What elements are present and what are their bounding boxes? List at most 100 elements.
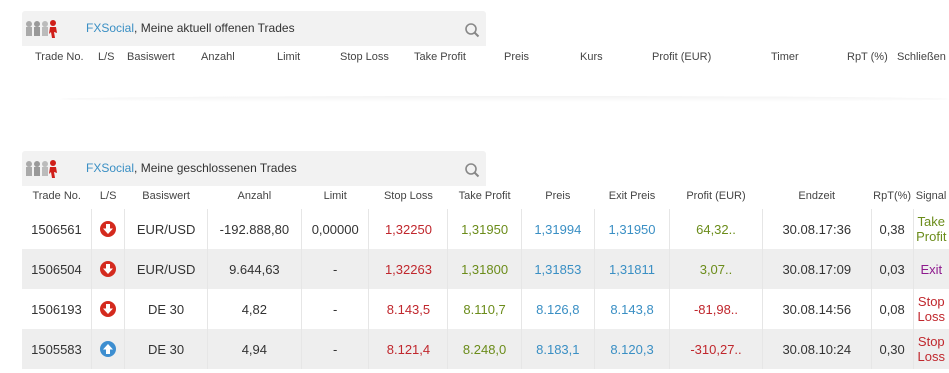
exit-preis-cell: 8.120,3 [593, 329, 670, 369]
limit-cell: - [300, 249, 369, 289]
signal-cell: Stop Loss [912, 289, 949, 329]
basiswert-cell: EUR/USD [124, 249, 208, 289]
arrow-down-icon [100, 301, 117, 318]
column-header-trade-no: Trade No. [32, 189, 81, 202]
column-header-profit-eur: Profit (EUR) [686, 189, 746, 202]
column-header-anzahl: Anzahl [201, 51, 235, 63]
signal-cell: Exit [912, 249, 949, 289]
take-profit-cell: 1,31950 [447, 209, 522, 249]
table-row[interactable]: 1506193 DE 30 4,82-8.143,5 8.110,7 8.126,8 8.… [22, 289, 949, 329]
column-header-endzeit: Endzeit [798, 189, 836, 202]
exit-preis-cell: 1,31811 [593, 249, 670, 289]
direction-cell [90, 249, 125, 289]
limit-cell: 0,00000 [300, 209, 369, 249]
column-header-preis: Preis [545, 189, 571, 202]
profit-cell: -81,98.. [669, 289, 763, 329]
anzahl-cell: 9.644,63 [206, 249, 302, 289]
stop-loss-cell: 1,32250 [368, 209, 448, 249]
column-header-profit-eur: Profit (EUR) [652, 51, 712, 63]
column-header-l-s: L/S [98, 51, 115, 63]
column-header-stop-loss: Stop Loss [383, 189, 433, 202]
open-trades-title-text: , Meine aktuell offenen Trades [134, 21, 295, 35]
fxsocial-logo-icon [26, 20, 57, 38]
column-header-kurs: Kurs [580, 51, 603, 63]
brand-link[interactable]: FXSocial [86, 21, 134, 35]
column-header-l-s: L/S [99, 189, 117, 202]
preis-cell: 8.183,1 [520, 329, 595, 369]
column-header-signal: Signal [915, 189, 947, 202]
trade-no-cell: 1506193 [22, 289, 92, 329]
rpt-cell: 0,38 [870, 209, 914, 249]
endzeit-cell: 30.08.10:24 [761, 329, 872, 369]
column-header-basiswert: Basiswert [127, 51, 175, 63]
search-icon[interactable] [464, 22, 480, 38]
anzahl-cell: 4,94 [206, 329, 302, 369]
signal-cell: Stop Loss [912, 329, 949, 369]
closed-trades-header-row: Trade No. L/S Basiswert Anzahl Limit Stop Los… [22, 182, 949, 209]
stop-loss-cell: 8.121,4 [368, 329, 448, 369]
take-profit-cell: 1,31800 [447, 249, 522, 289]
preis-cell: 1,31994 [520, 209, 595, 249]
column-header-trade-no: Trade No. [35, 51, 84, 63]
column-header-exit-preis: Exit Preis [608, 189, 656, 202]
column-header-take-profit: Take Profit [458, 189, 511, 202]
closed-trades-title: FXSocial, Meine geschlossenen Trades [86, 161, 297, 175]
basiswert-cell: DE 30 [124, 289, 208, 329]
column-header-limit: Limit [277, 51, 301, 63]
column-header-schlie-en: Schließen [897, 51, 946, 63]
column-header-rpt: RpT (%) [847, 51, 888, 63]
rpt-cell: 0,08 [870, 289, 914, 329]
trade-no-cell: 1506504 [22, 249, 92, 289]
closed-trades-title-text: , Meine geschlossenen Trades [134, 161, 297, 175]
direction-cell [90, 209, 125, 249]
closed-trades-header: FXSocial, Meine geschlossenen Trades [22, 151, 486, 186]
preis-cell: 8.126,8 [520, 289, 595, 329]
fxsocial-logo-icon [26, 160, 57, 178]
take-profit-cell: 8.248,0 [447, 329, 522, 369]
panel-divider [60, 96, 949, 102]
limit-cell: - [300, 289, 369, 329]
open-trades-panel: FXSocial, Meine aktuell offenen Trades T… [0, 0, 949, 102]
trade-no-cell: 1505583 [22, 329, 92, 369]
column-header-timer: Timer [771, 51, 799, 63]
stop-loss-cell: 1,32263 [368, 249, 448, 289]
arrow-up-icon [100, 341, 117, 358]
signal-cell: Take Profit [912, 209, 949, 249]
table-row[interactable]: 1506504 EUR/USD 9.644,63-1,32263 1,31800 1,3… [22, 249, 949, 289]
anzahl-cell: 4,82 [206, 289, 302, 329]
profit-cell: -310,27.. [669, 329, 763, 369]
column-header-basiswert: Basiswert [142, 189, 190, 202]
basiswert-cell: DE 30 [124, 329, 208, 369]
column-header-stop-loss: Stop Loss [340, 51, 389, 63]
stop-loss-cell: 8.143,5 [368, 289, 448, 329]
limit-cell: - [300, 329, 369, 369]
rpt-cell: 0,03 [870, 249, 914, 289]
direction-cell [90, 289, 125, 329]
endzeit-cell: 30.08.14:56 [761, 289, 872, 329]
profit-cell: 3,07.. [669, 249, 763, 289]
anzahl-cell: -192.888,80 [206, 209, 302, 249]
closed-trades-table: Trade No. L/S Basiswert Anzahl Limit Stop Los… [22, 182, 949, 369]
open-trades-title: FXSocial, Meine aktuell offenen Trades [86, 21, 295, 35]
column-header-preis: Preis [504, 51, 530, 63]
basiswert-cell: EUR/USD [124, 209, 208, 249]
search-icon[interactable] [464, 162, 480, 178]
column-header-take-profit: Take Profit [414, 51, 466, 63]
closed-trades-panel: FXSocial, Meine geschlossenen Trades Tra… [0, 140, 949, 373]
arrow-down-icon [100, 221, 117, 238]
trade-no-cell: 1506561 [22, 209, 92, 249]
preis-cell: 1,31853 [520, 249, 595, 289]
arrow-down-icon [100, 261, 117, 278]
direction-cell [90, 329, 125, 369]
table-row[interactable]: 1505583 DE 30 4,94-8.121,4 8.248,0 8.183,1 8.… [22, 329, 949, 369]
column-header-anzahl: Anzahl [237, 189, 272, 202]
table-row[interactable]: 1506561 EUR/USD -192.888,80 0,00000 1,32250 1… [22, 209, 949, 249]
column-header-limit: Limit [323, 189, 347, 202]
open-trades-header: FXSocial, Meine aktuell offenen Trades [22, 11, 486, 46]
profit-cell: 64,32.. [669, 209, 763, 249]
rpt-cell: 0,30 [870, 329, 914, 369]
endzeit-cell: 30.08.17:09 [761, 249, 872, 289]
brand-link[interactable]: FXSocial [86, 161, 134, 175]
take-profit-cell: 8.110,7 [447, 289, 522, 329]
exit-preis-cell: 1,31950 [593, 209, 670, 249]
